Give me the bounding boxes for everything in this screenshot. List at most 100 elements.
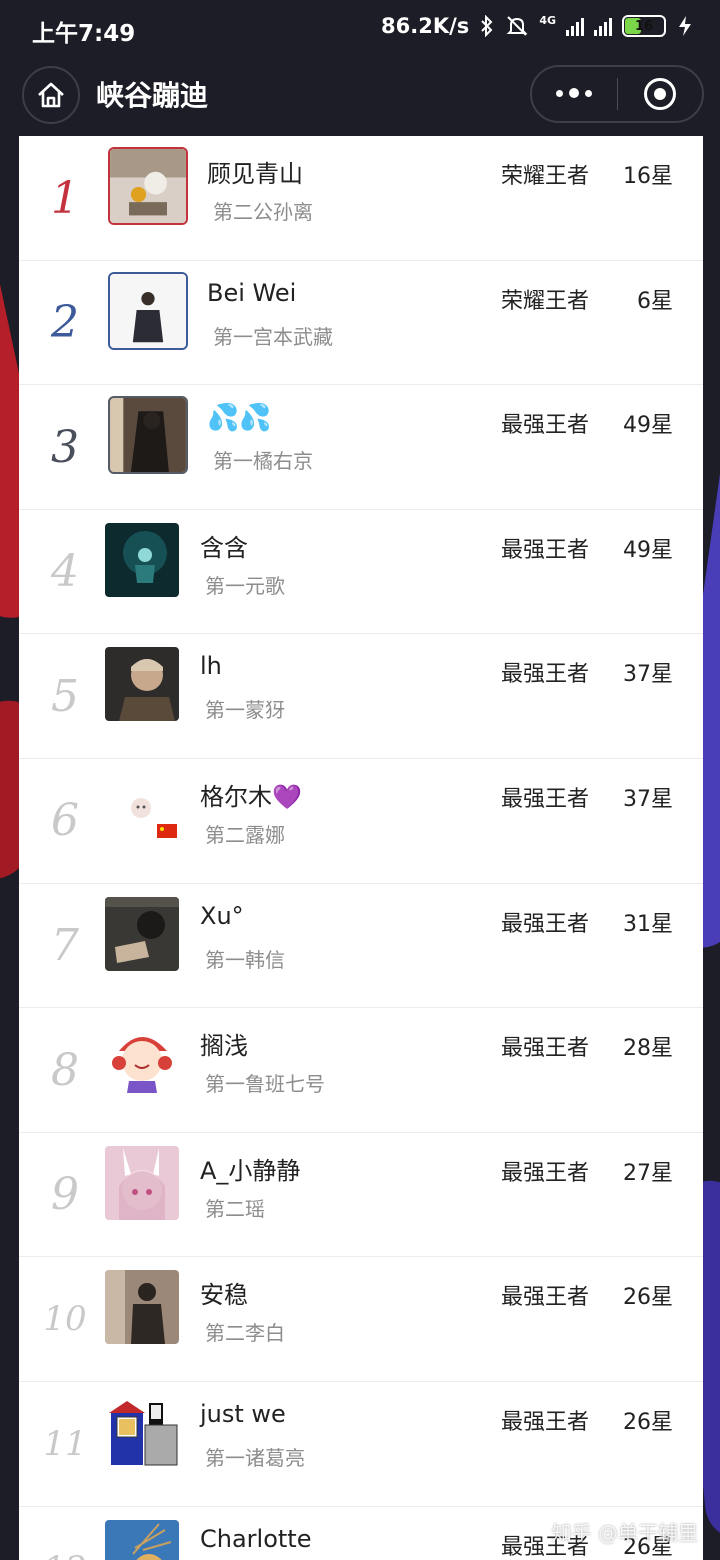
tier-label: 最强王者 [501,413,590,439]
star-count: 37星 [623,662,673,688]
home-icon [38,82,64,108]
tier-label: 最强王者 [501,1160,590,1186]
star-count: 31星 [623,911,673,937]
close-button[interactable] [618,67,703,121]
miniprogram-capsule [530,65,704,123]
avatar [105,1394,179,1469]
status-bar: 上午7:49 86.2K/s 4G 16 [0,0,720,60]
avatar [108,147,188,225]
rank-number: 4 [51,546,79,598]
hero-rank: 第二瑶 [205,1196,265,1221]
signal-icon [594,16,612,36]
player-name: 安稳 [200,1281,248,1310]
tier-label: 最强王者 [501,537,590,563]
more-dots-icon [556,88,593,99]
player-name: Charlotte [200,1524,312,1553]
rank-number: 6 [51,795,79,847]
page-title: 峡谷蹦迪 [96,79,209,112]
star-count: 6星 [637,288,673,314]
more-button[interactable] [532,67,617,121]
signal-icon [566,16,584,36]
leaderboard-row[interactable]: 2 Bei Wei 第一宫本武藏 荣耀王者 6星 [19,261,703,386]
leaderboard-row[interactable]: 5 lh 第一蒙犽 最强王者 37星 [19,634,703,759]
player-name: 顾见青山 [207,160,303,188]
tier-label: 最强王者 [501,1409,590,1435]
leaderboard-list: 1 顾见青山 第二公孙离 荣耀王者 16星 2 Bei Wei 第一宫本武藏 荣… [19,136,703,1560]
rank-number: 7 [51,920,79,972]
tier-label: 最强王者 [501,662,590,688]
rank-number: 12 [19,1507,111,1560]
avatar [105,1145,179,1220]
player-name: Bei Wei [207,278,297,307]
avatar [108,396,188,475]
avatar [105,1021,179,1096]
rank-number: 5 [51,670,79,722]
tier-label: 荣耀王者 [501,288,590,314]
hero-rank: 第一橘右京 [213,449,313,474]
player-name: Xu° [200,901,244,930]
battery-level: 16 [634,18,654,34]
player-name: lh [200,652,222,681]
star-count: 26星 [623,1285,673,1311]
tier-label: 最强王者 [501,786,590,812]
star-count: 27星 [623,1160,673,1186]
avatar [105,522,179,597]
tier-label: 最强王者 [501,911,590,937]
leaderboard-row[interactable]: 4 含含 第一元歌 最强王者 49星 [19,510,703,635]
player-name: 💦💦 [207,403,272,434]
rank-number: 9 [51,1169,79,1221]
hero-rank: 第一元歌 [205,573,285,598]
star-count: 16星 [623,164,673,189]
leaderboard-row[interactable]: 8 搁浅 第一鲁班七号 最强王者 28星 [19,1008,703,1133]
watermark: 知乎 @单干辅里 [551,1521,698,1545]
status-icons: 86.2K/s 4G 16 [381,14,694,38]
star-count: 37星 [623,786,673,812]
net-speed: 86.2K/s [381,14,470,38]
avatar [105,1270,179,1345]
close-target-icon [643,78,676,110]
bluetooth-icon [481,15,493,37]
nav-bar: 峡谷蹦迪 [0,60,720,136]
player-name: A_小静静 [200,1156,301,1185]
charging-icon [679,16,691,36]
hero-rank: 第一蒙犽 [205,698,285,723]
tier-label: 最强王者 [501,1036,590,1062]
tier-label: 荣耀王者 [501,164,590,189]
star-count: 26星 [623,1409,673,1435]
leaderboard-row[interactable]: 6 格尔木💜 第二露娜 最强王者 37星 [19,759,703,884]
mute-icon [506,16,528,36]
home-button[interactable] [22,66,80,124]
player-name: 搁浅 [200,1032,248,1061]
network-type: 4G [539,14,556,27]
hero-rank: 第一鲁班七号 [205,1072,325,1097]
star-count: 28星 [623,1036,673,1062]
tier-label: 最强王者 [501,1285,590,1311]
hero-rank: 第一诸葛亮 [205,1445,305,1470]
hero-rank: 第一韩信 [205,947,285,972]
leaderboard-row[interactable]: 9 A_小静静 第二瑶 最强王者 27星 [19,1133,703,1258]
star-count: 49星 [623,537,673,563]
player-name: 格尔木💜 [200,782,302,811]
avatar [105,771,179,846]
rank-number: 2 [51,297,79,349]
leaderboard-row[interactable]: 3 💦💦 第一橘右京 最强王者 49星 [19,385,703,510]
rank-number: 8 [51,1044,79,1096]
avatar [105,647,179,722]
avatar [108,271,188,350]
leaderboard-row[interactable]: 10 安稳 第二李白 最强王者 26星 [19,1257,703,1382]
rank-number: 10 [43,1299,87,1340]
avatar [105,1519,179,1560]
avatar [105,896,179,971]
battery-icon: 16 [622,15,666,37]
leaderboard-row[interactable]: 7 Xu° 第一韩信 最强王者 31星 [19,884,703,1009]
hero-rank: 第二公孙离 [213,200,313,224]
player-name: 含含 [200,533,248,562]
leaderboard-row[interactable]: 11 just we 第一诸葛亮 最强王者 26星 [19,1382,703,1507]
player-name: just we [200,1399,286,1428]
leaderboard-row[interactable]: 1 顾见青山 第二公孙离 荣耀王者 16星 [19,136,703,261]
status-time: 上午7:49 [32,21,136,47]
rank-number: 11 [43,1423,87,1464]
rank-number: 3 [51,421,79,473]
star-count: 49星 [623,413,673,439]
hero-rank: 第二露娜 [205,822,285,847]
